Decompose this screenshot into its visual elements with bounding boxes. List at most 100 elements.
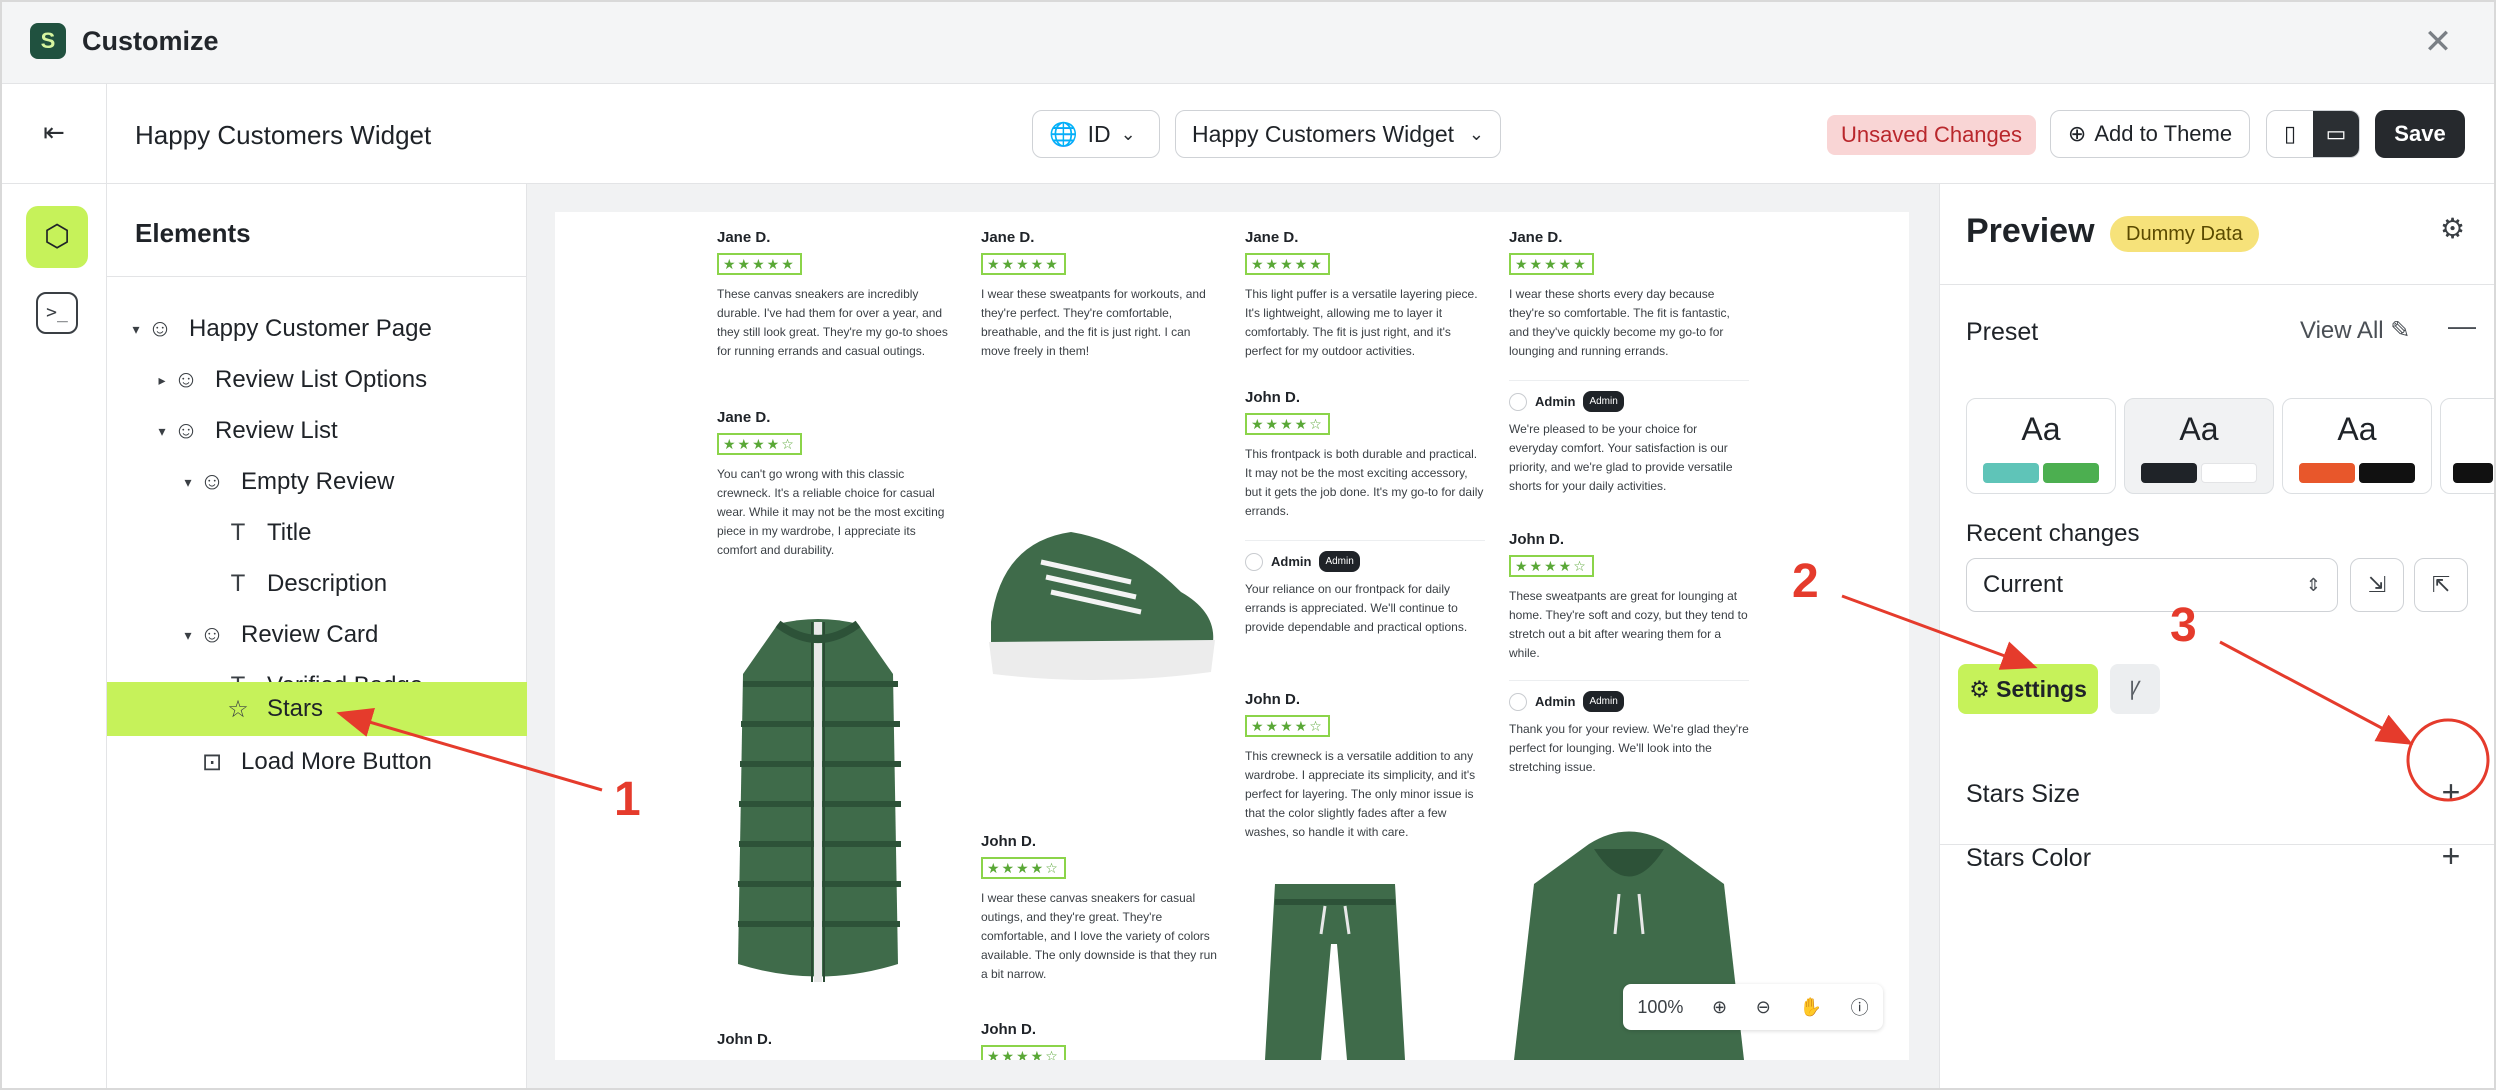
minus-icon[interactable]: — bbox=[2448, 310, 2476, 342]
export-icon[interactable]: ⇱ bbox=[2414, 558, 2468, 612]
title-bar: S Customize ✕ bbox=[2, 2, 2494, 84]
review-card: Jane D. ★★★★★ These canvas sneakers are … bbox=[717, 228, 957, 361]
tree-item-label: Empty Review bbox=[241, 468, 395, 495]
cube-icon[interactable]: ⬡ bbox=[26, 206, 88, 268]
gear-icon[interactable]: ⚙ bbox=[2440, 212, 2465, 245]
review-stars[interactable]: ★★★★☆ bbox=[1245, 413, 1330, 435]
close-icon[interactable]: ✕ bbox=[2418, 22, 2458, 62]
add-to-theme-button[interactable]: ⊕ Add to Theme bbox=[2050, 110, 2250, 158]
review-text: These canvas sneakers are incredibly dur… bbox=[717, 287, 948, 358]
plus-icon[interactable]: + bbox=[2431, 772, 2471, 812]
text-icon: T bbox=[230, 570, 246, 597]
window-title: Customize bbox=[82, 26, 219, 56]
left-rail: ⬡ >_ bbox=[2, 184, 107, 1088]
review-stars[interactable]: ★★★★★ bbox=[1509, 253, 1594, 275]
save-button[interactable]: Save bbox=[2375, 110, 2465, 158]
review-stars[interactable]: ★★★★☆ bbox=[1509, 555, 1594, 577]
review-stars[interactable]: ★★★★☆ bbox=[981, 857, 1066, 879]
caret-down-icon: ▾ bbox=[184, 626, 192, 643]
widget-select-value: Happy Customers Widget bbox=[1192, 120, 1455, 147]
review-text: You can't go wrong with this classic cre… bbox=[717, 467, 945, 557]
view-all-link[interactable]: View All ✎ bbox=[2300, 316, 2410, 345]
language-select[interactable]: 🌐 ID ⌄ bbox=[1032, 110, 1160, 158]
review-stars[interactable]: ★★★★☆ bbox=[981, 1045, 1066, 1060]
tree-item-load-more-button[interactable]: ⊡ Load More Button bbox=[107, 736, 527, 788]
device-toggle: ▯ ▭ bbox=[2266, 110, 2360, 158]
desktop-icon[interactable]: ▭ bbox=[2313, 111, 2359, 157]
avatar bbox=[1509, 692, 1527, 711]
exit-icon[interactable]: ⇤ bbox=[36, 114, 72, 150]
review-stars[interactable]: ★★★★☆ bbox=[1245, 715, 1330, 737]
review-card: John D. ★★★★☆ This frontpack is both dur… bbox=[1245, 388, 1485, 521]
color-swatch bbox=[2299, 463, 2355, 483]
tree-item-review-list[interactable]: ▾ ☺ Review List bbox=[107, 405, 527, 457]
recent-changes-select[interactable]: Current ⇕ bbox=[1966, 558, 2338, 612]
review-card: John D. ★★★★☆ bbox=[981, 1020, 1221, 1060]
review-stars[interactable]: ★★★★★ bbox=[717, 253, 802, 275]
tree-item-description[interactable]: T Description bbox=[107, 558, 527, 610]
tree-item-review-list-options[interactable]: ▸ ☺ Review List Options bbox=[107, 354, 527, 406]
admin-tag: Admin bbox=[1583, 691, 1624, 712]
tree-item-label: Load More Button bbox=[241, 748, 432, 775]
annotation-number: 3 bbox=[2170, 599, 2197, 652]
terminal-icon[interactable]: >_ bbox=[36, 292, 78, 334]
preset-card[interactable] bbox=[2440, 398, 2494, 494]
color-swatch bbox=[2141, 463, 2197, 483]
avatar bbox=[1245, 552, 1263, 571]
review-card: Jane D. ★★★★★ I wear these shorts every … bbox=[1509, 228, 1749, 361]
tree-item-review-card[interactable]: ▾ ☺ Review Card bbox=[107, 609, 527, 661]
review-card: Jane D. ★★★★★ I wear these sweatpants fo… bbox=[981, 228, 1221, 361]
tab-translate[interactable]: Ꝩ bbox=[2110, 664, 2160, 714]
widget-preview: Jane D. ★★★★★ These canvas sneakers are … bbox=[555, 212, 1909, 1060]
annotation-number: 2 bbox=[1792, 555, 1819, 608]
language-value: ID bbox=[1087, 120, 1111, 147]
section-icon: ☺ bbox=[173, 366, 199, 393]
hand-icon[interactable]: ✋ bbox=[1800, 997, 1822, 1018]
zoom-toolbar: 100% ⊕ ⊖ ✋ ⓘ bbox=[1623, 984, 1883, 1030]
tree-item-label: Description bbox=[267, 570, 388, 597]
add-to-theme-label: Add to Theme bbox=[2094, 121, 2233, 146]
tree-item-happy-customer-page[interactable]: ▾ ☺ Happy Customer Page bbox=[107, 303, 527, 355]
admin-tag: Admin bbox=[1319, 551, 1360, 572]
color-swatch bbox=[2359, 463, 2415, 483]
preset-card[interactable]: Aa bbox=[1966, 398, 2116, 494]
import-icon[interactable]: ⇲ bbox=[2350, 558, 2404, 612]
app-logo: S bbox=[30, 23, 66, 59]
zoom-out-icon[interactable]: ⊖ bbox=[1756, 997, 1771, 1018]
chevron-down-icon: ⌄ bbox=[1120, 123, 1136, 144]
reply-text: We're pleased to be your choice for ever… bbox=[1509, 422, 1733, 493]
reply-author: Admin bbox=[1535, 394, 1576, 409]
setting-stars-color[interactable]: Stars Color + bbox=[1940, 808, 2494, 908]
tree-item-stars[interactable]: ☆ Stars bbox=[107, 682, 527, 736]
review-text: This frontpack is both durable and pract… bbox=[1245, 447, 1484, 518]
tree-item-label: Stars bbox=[267, 695, 324, 722]
reply-author: Admin bbox=[1535, 694, 1576, 709]
top-toolbar: ⇤ Happy Customers Widget 🌐 ID ⌄ Happy Cu… bbox=[2, 84, 2494, 184]
admin-reply: Admin Admin Thank you for your review. W… bbox=[1509, 680, 1749, 777]
review-card: Jane D. ★★★★★ This light puffer is a ver… bbox=[1245, 228, 1485, 361]
section-icon: ☺ bbox=[173, 417, 199, 444]
preset-card[interactable]: Aa bbox=[2124, 398, 2274, 494]
review-card: John D. ★★★★☆ I wear these canvas sneake… bbox=[981, 832, 1221, 984]
reply-header: Admin Admin bbox=[1509, 391, 1749, 412]
tree-item-label: Title bbox=[267, 519, 312, 546]
admin-reply: Admin Admin Your reliance on our frontpa… bbox=[1245, 540, 1485, 637]
review-stars[interactable]: ★★★★☆ bbox=[717, 433, 802, 455]
plus-icon[interactable]: + bbox=[2431, 836, 2471, 876]
help-icon[interactable]: ⓘ bbox=[1851, 994, 1869, 1020]
review-stars[interactable]: ★★★★★ bbox=[1245, 253, 1330, 275]
preset-card[interactable]: Aa bbox=[2282, 398, 2432, 494]
mobile-icon[interactable]: ▯ bbox=[2267, 111, 2313, 157]
zoom-in-icon[interactable]: ⊕ bbox=[1712, 997, 1727, 1018]
tab-settings[interactable]: ⚙ Settings bbox=[1958, 664, 2098, 714]
section-icon: ☺ bbox=[147, 315, 173, 342]
review-stars[interactable]: ★★★★★ bbox=[981, 253, 1066, 275]
preset-sample: Aa bbox=[2179, 411, 2219, 447]
review-text: These sweatpants are great for lounging … bbox=[1509, 589, 1748, 660]
page-name: Happy Customers Widget bbox=[135, 120, 432, 150]
widget-select[interactable]: Happy Customers Widget ⌄ bbox=[1175, 110, 1501, 158]
tree-item-label: Review List Options bbox=[215, 366, 428, 393]
tree-item-empty-review[interactable]: ▾ ☺ Empty Review bbox=[107, 456, 527, 508]
caret-down-icon: ▾ bbox=[184, 473, 192, 490]
tree-item-title[interactable]: T Title bbox=[107, 507, 527, 559]
